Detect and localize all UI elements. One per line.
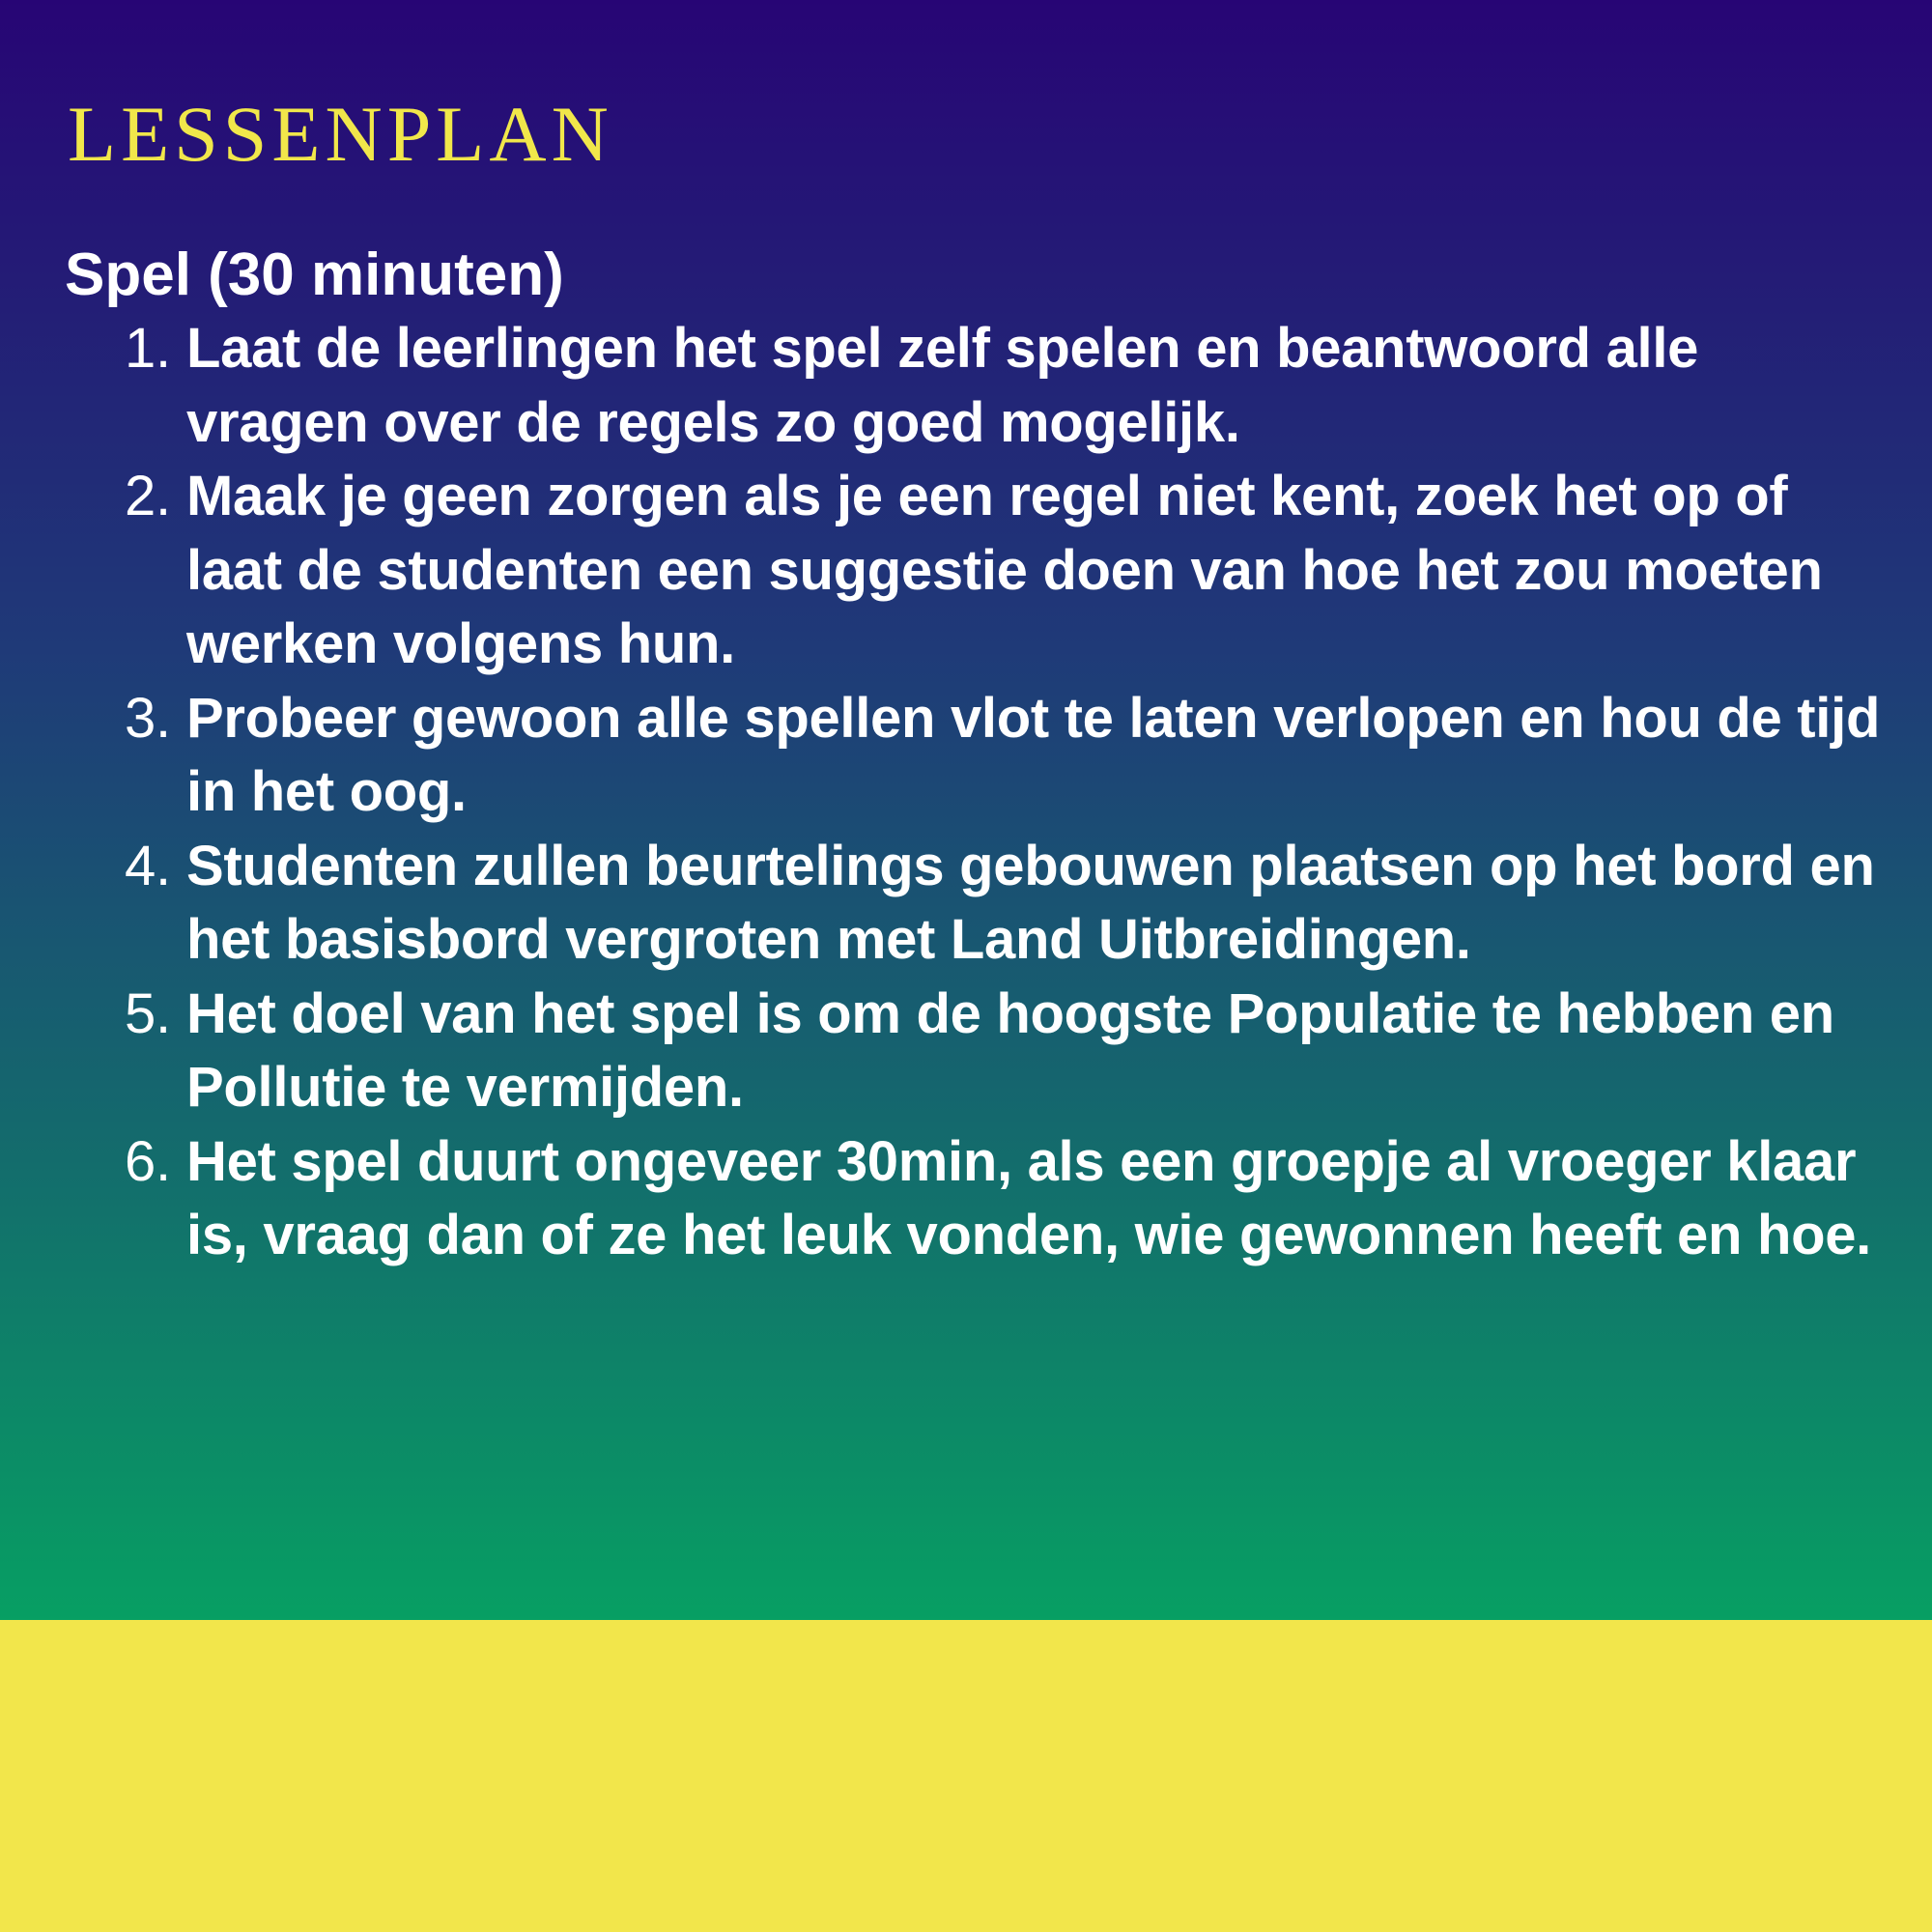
step-text: Laat de leerlingen het spel zelf spelen … <box>186 317 1699 454</box>
section-heading: Spel (30 minuten) <box>65 242 564 308</box>
step-item: 3. Probeer gewoon alle spellen vlot te l… <box>65 682 1881 830</box>
step-item: 5. Het doel van het spel is om de hoogst… <box>65 978 1881 1125</box>
step-text: Studenten zullen beurtelings gebouwen pl… <box>186 834 1875 972</box>
step-number: 4. <box>125 834 171 897</box>
step-number: 3. <box>125 686 171 750</box>
step-text: Het spel duurt ongeveer 30min, als een g… <box>186 1129 1871 1267</box>
step-item: 4. Studenten zullen beurtelings gebouwen… <box>65 830 1881 978</box>
footer-band <box>0 1620 1932 1932</box>
slide-title: LESSENPLAN <box>68 90 613 178</box>
slide: LESSENPLAN Spel (30 minuten) 1. Laat de … <box>0 0 1932 1932</box>
steps-list: 1. Laat de leerlingen het spel zelf spel… <box>65 312 1881 1273</box>
step-number: 5. <box>125 981 171 1045</box>
step-number: 2. <box>125 465 171 527</box>
step-number: 6. <box>125 1129 171 1193</box>
slide-content: Spel (30 minuten) 1. Laat de leerlingen … <box>65 238 1881 1273</box>
step-item: 6. Het spel duurt ongeveer 30min, als ee… <box>65 1125 1881 1273</box>
step-number: 1. <box>125 317 171 380</box>
step-text: Maak je geen zorgen als je een regel nie… <box>186 465 1823 675</box>
step-text: Probeer gewoon alle spellen vlot te late… <box>186 686 1881 824</box>
step-item: 1. Laat de leerlingen het spel zelf spel… <box>65 312 1881 460</box>
step-text: Het doel van het spel is om de hoogste P… <box>186 981 1834 1120</box>
step-item: 2. Maak je geen zorgen als je een regel … <box>65 460 1881 682</box>
